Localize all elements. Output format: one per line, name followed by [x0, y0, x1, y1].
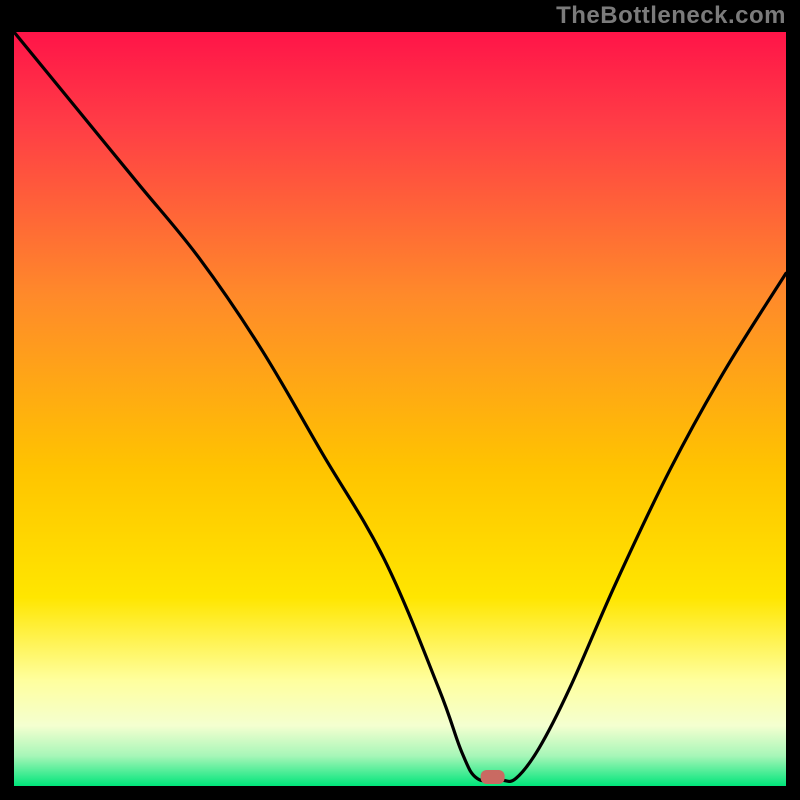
- bottleneck-plot: [14, 32, 786, 786]
- optimal-marker: [481, 770, 505, 784]
- gradient-background: [14, 32, 786, 786]
- watermark-text: TheBottleneck.com: [556, 2, 786, 30]
- chart-frame: TheBottleneck.com: [0, 0, 800, 800]
